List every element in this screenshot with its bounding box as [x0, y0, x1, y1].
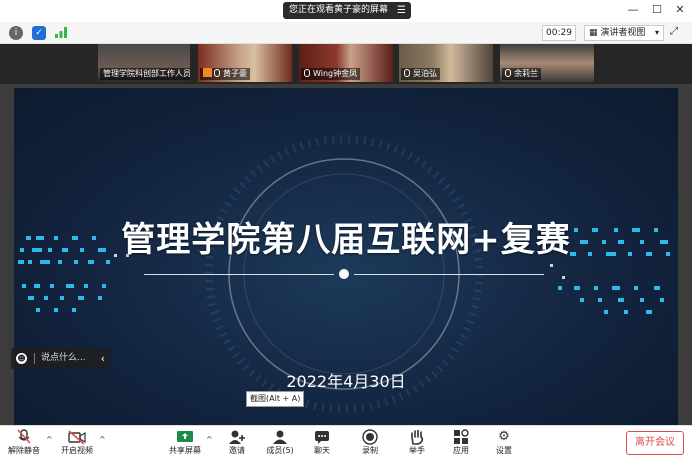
user-icon: [270, 429, 290, 445]
share-screen-button[interactable]: 共享屏幕: [165, 429, 205, 461]
audio-options-caret[interactable]: ^: [46, 435, 53, 444]
microphone-icon: [214, 69, 220, 77]
host-icon: [203, 68, 212, 77]
invite-label: 邀请: [229, 446, 245, 455]
invite-button[interactable]: 邀请: [217, 429, 257, 461]
chat-placeholder: 说点什么...: [41, 353, 86, 363]
divider-line-left: [144, 274, 334, 275]
quick-chat-input[interactable]: ☻ 说点什么... ‹: [11, 348, 110, 369]
shared-screen-area: 管理学院第八届互联网+复赛 2022年4月30日 ☻ 说点什么... ‹: [0, 84, 692, 425]
members-label: 成员(5): [266, 446, 294, 455]
maximize-button[interactable]: ☐: [650, 3, 664, 17]
settings-label: 设置: [496, 446, 512, 455]
meeting-info-bar: i ✓ 00:29 ▦ 演讲者视图 ▾ ⤢: [0, 22, 692, 44]
chevron-left-icon[interactable]: ‹: [101, 348, 105, 369]
apps-button[interactable]: 应用: [441, 429, 481, 461]
gear-icon: ⚙: [498, 429, 510, 444]
unmute-button[interactable]: 解除静音: [4, 429, 44, 461]
emoji-icon[interactable]: ☻: [16, 353, 27, 364]
microphone-icon: [304, 69, 310, 77]
presentation-slide: 管理学院第八届互联网+复赛 2022年4月30日: [14, 88, 678, 425]
add-user-icon: [227, 429, 247, 445]
view-mode-label: 演讲者视图: [600, 28, 646, 38]
separator: [34, 353, 35, 364]
grid-icon: ▦: [589, 28, 601, 38]
apps-icon: [451, 429, 471, 445]
divider-dot: [339, 269, 349, 279]
close-button[interactable]: ✕: [673, 3, 687, 17]
participant-name-wrap: Wing钟金凤: [301, 68, 361, 80]
leave-meeting-button[interactable]: 离开会议: [626, 431, 684, 455]
hand-icon: [407, 429, 427, 445]
participant-name: 管理学院科创部工作人员: [100, 68, 190, 80]
share-notice-text: 您正在观看黄子豪的屏幕: [289, 5, 389, 15]
participant-name-wrap: 吴泊弘: [401, 68, 440, 80]
screen-share-notice[interactable]: 您正在观看黄子豪的屏幕 ☰: [283, 2, 411, 19]
meeting-timer: 00:29: [542, 25, 576, 41]
info-icon[interactable]: i: [9, 26, 23, 40]
participant-name-wrap: 余莉兰: [502, 68, 541, 80]
microphone-icon: [505, 69, 511, 77]
record-icon: [360, 429, 380, 445]
screenshot-tooltip: 截图(Alt + A): [246, 391, 304, 407]
microphone-icon: [404, 69, 410, 77]
participant-tile[interactable]: 黄子豪: [198, 44, 292, 82]
hamburger-icon[interactable]: ☰: [397, 2, 406, 19]
participant-name: Wing钟金凤: [313, 69, 358, 78]
settings-button[interactable]: ⚙ 设置: [484, 429, 524, 461]
share-screen-icon: [175, 429, 195, 445]
unmute-label: 解除静音: [8, 446, 40, 455]
chat-button[interactable]: 聊天: [302, 429, 342, 461]
fullscreen-icon[interactable]: ⤢: [670, 26, 678, 37]
start-video-button[interactable]: 开启视频: [57, 429, 97, 461]
participant-name: 黄子豪: [223, 69, 247, 78]
raise-hand-button[interactable]: 举手: [397, 429, 437, 461]
slide-date: 2022年4月30日: [286, 372, 406, 391]
chat-label: 聊天: [314, 446, 330, 455]
slide-title: 管理学院第八届互联网+复赛: [121, 220, 571, 260]
video-options-caret[interactable]: ^: [99, 435, 106, 444]
members-button[interactable]: 成员(5): [260, 429, 300, 461]
participant-name-wrap: 黄子豪: [200, 68, 250, 80]
raise-hand-label: 举手: [409, 446, 425, 455]
view-mode-dropdown[interactable]: ▦ 演讲者视图 ▾: [584, 25, 664, 41]
meeting-toolbar: 解除静音 ^ 开启视频 ^ 共享屏幕 ^ 邀请 成员(5) 聊天 录制 举手 应…: [0, 425, 692, 461]
share-screen-label: 共享屏幕: [169, 446, 201, 455]
start-video-label: 开启视频: [61, 446, 93, 455]
divider-line-right: [354, 274, 544, 275]
record-label: 录制: [362, 446, 378, 455]
participant-name: 余莉兰: [514, 69, 538, 78]
participant-name: 吴泊弘: [413, 69, 437, 78]
participant-tile[interactable]: 余莉兰: [500, 44, 594, 82]
participant-tile[interactable]: Wing钟金凤: [299, 44, 393, 82]
chat-icon: [312, 429, 332, 445]
shield-icon[interactable]: ✓: [32, 26, 46, 40]
camera-off-icon: [67, 429, 87, 445]
share-options-caret[interactable]: ^: [206, 435, 213, 444]
participant-gallery: 管理学院科创部工作人员 黄子豪 Wing钟金凤 吴泊弘 余莉兰: [0, 44, 692, 84]
participant-tile-active[interactable]: 吴泊弘: [399, 44, 493, 82]
apps-label: 应用: [453, 446, 469, 455]
title-bar: 您正在观看黄子豪的屏幕 ☰ — ☐ ✕: [0, 0, 692, 22]
record-button[interactable]: 录制: [350, 429, 390, 461]
minimize-button[interactable]: —: [626, 3, 640, 17]
participant-tile[interactable]: 管理学院科创部工作人员: [98, 44, 190, 82]
chevron-down-icon: ▾: [654, 28, 659, 37]
microphone-muted-icon: [14, 429, 34, 445]
signal-icon[interactable]: [54, 26, 68, 40]
